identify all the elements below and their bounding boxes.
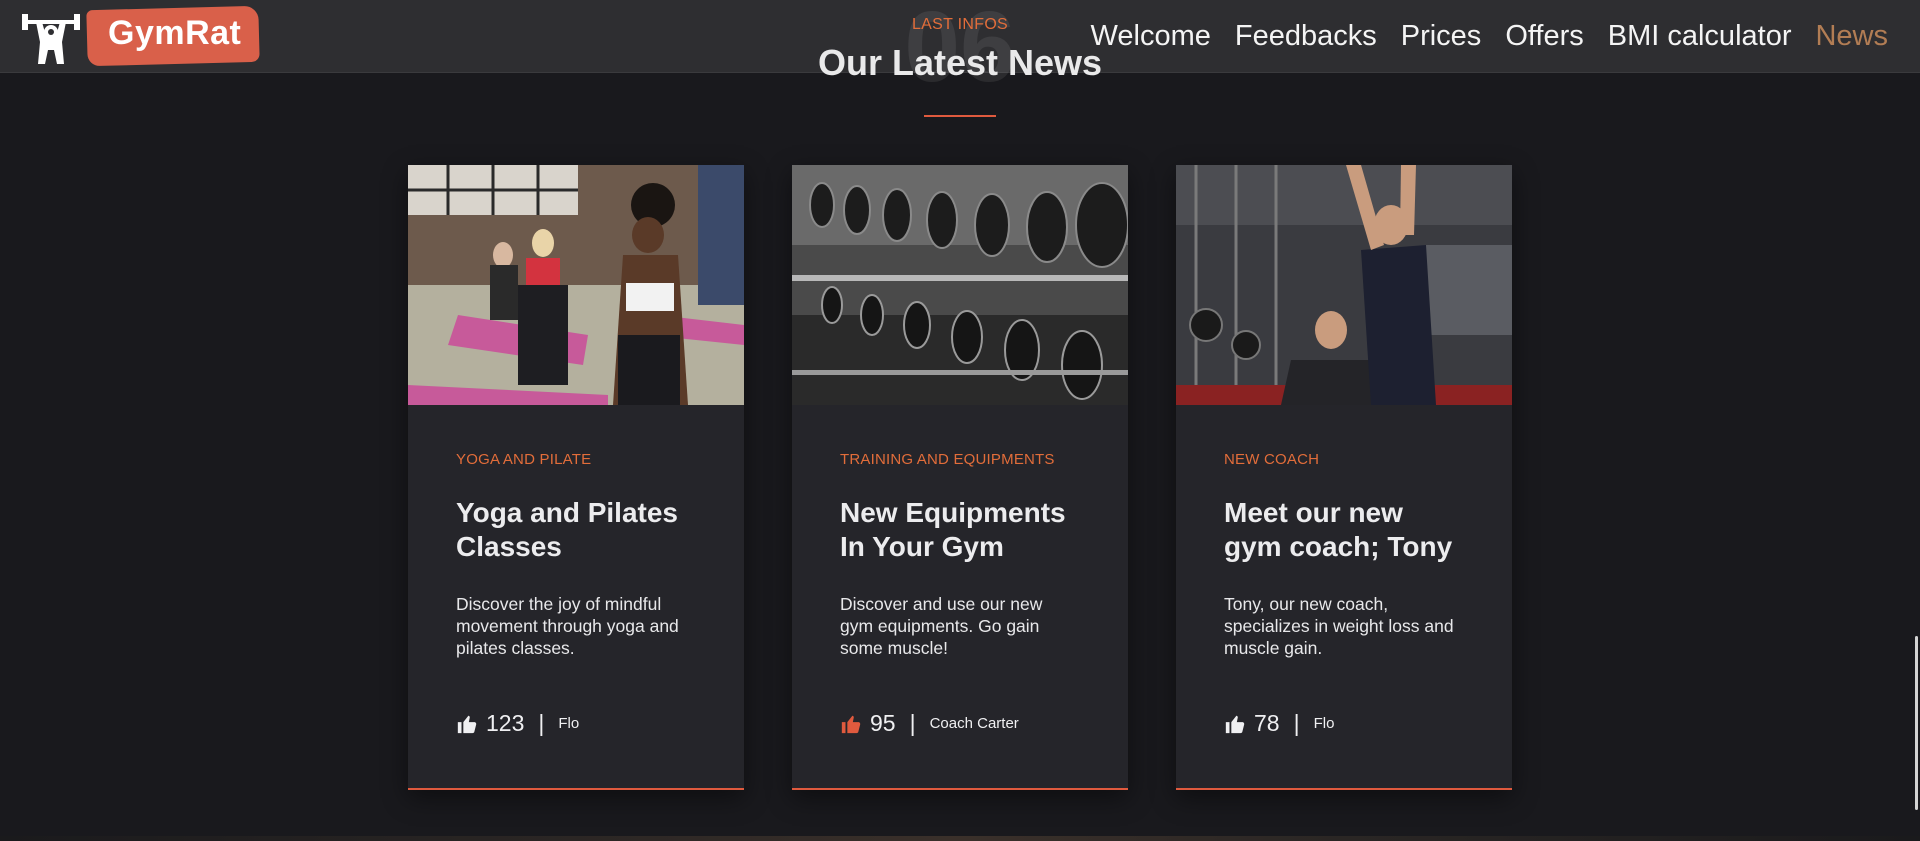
like-count: 95 [870, 710, 896, 736]
card-title[interactable]: New Equipments In Your Gym [840, 496, 1080, 564]
separator: | [1293, 710, 1300, 736]
card-footer: 95 | Coach Carter [840, 710, 1019, 737]
page-scrollbar[interactable] [1912, 73, 1920, 841]
card-excerpt: Tony, our new coach, specializes in weig… [1224, 594, 1454, 658]
card-category[interactable]: TRAINING AND EQUIPMENTS [840, 451, 1080, 468]
next-section-edge [0, 836, 1920, 841]
card-excerpt: Discover and use our new gym equipments.… [840, 594, 1043, 658]
separator: | [538, 710, 545, 736]
separator: | [909, 710, 916, 736]
news-card[interactable]: TRAINING AND EQUIPMENTS New Equipments I… [792, 165, 1128, 790]
title-underline [924, 115, 996, 117]
dumbbell-rack-photo [792, 165, 1128, 405]
card-title[interactable]: Meet our new gym coach; Tony [1224, 496, 1464, 564]
thumbs-up-icon[interactable] [456, 713, 478, 735]
card-category[interactable]: YOGA AND PILATE [456, 451, 696, 468]
like-count: 78 [1254, 710, 1280, 736]
coach-photo [1176, 165, 1512, 405]
news-cards: YOGA AND PILATE Yoga and Pilates Classes… [408, 165, 1512, 790]
news-card[interactable]: YOGA AND PILATE Yoga and Pilates Classes… [408, 165, 744, 790]
card-footer: 123 | Flo [456, 710, 579, 737]
scrollbar-thumb[interactable] [1915, 636, 1918, 810]
author-name[interactable]: Coach Carter [930, 715, 1019, 732]
news-card[interactable]: NEW COACH Meet our new gym coach; Tony T… [1176, 165, 1512, 790]
author-name[interactable]: Flo [558, 715, 579, 732]
card-category[interactable]: NEW COACH [1224, 451, 1464, 468]
like-count: 123 [486, 710, 525, 736]
yoga-class-photo [408, 165, 744, 405]
card-title[interactable]: Yoga and Pilates Classes [456, 496, 696, 564]
card-footer: 78 | Flo [1224, 710, 1334, 737]
section-title: Our Latest News [817, 42, 1103, 83]
section-kicker: LAST INFOS [911, 16, 1009, 33]
thumbs-up-icon[interactable] [1224, 713, 1246, 735]
card-excerpt: Discover the joy of mindful movement thr… [456, 594, 679, 658]
thumbs-up-icon[interactable] [840, 713, 862, 735]
author-name[interactable]: Flo [1314, 715, 1335, 732]
